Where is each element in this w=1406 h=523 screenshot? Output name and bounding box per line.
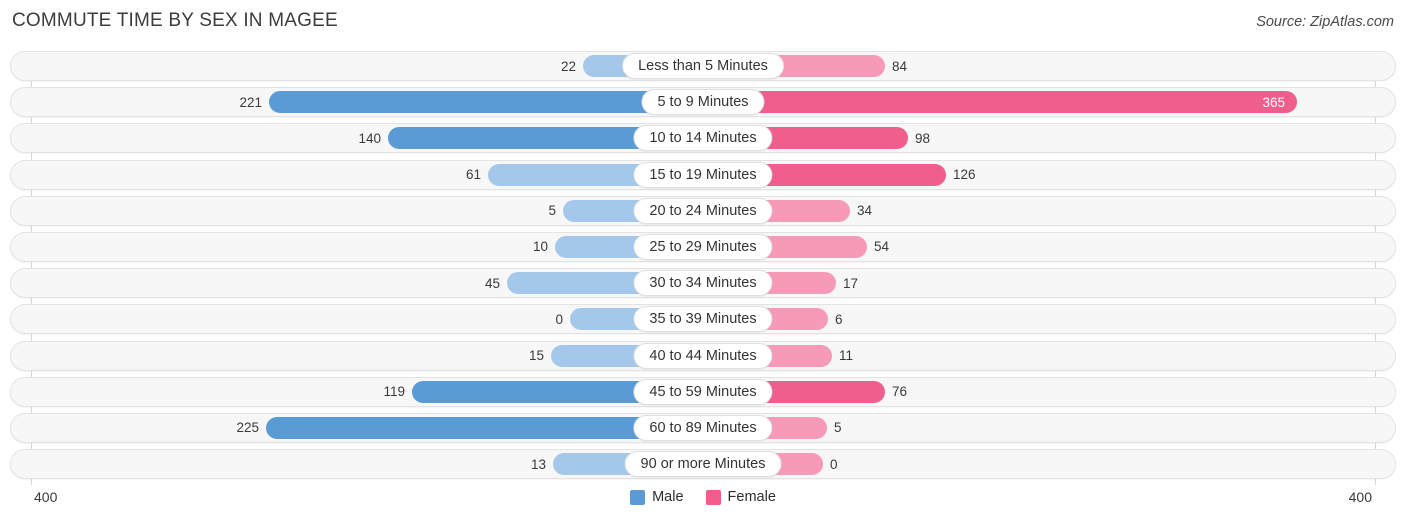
male-half: 0 — [10, 304, 703, 334]
female-value-label: 5 — [834, 420, 842, 436]
category-label: Less than 5 Minutes — [622, 53, 784, 79]
female-half: 98 — [703, 123, 1396, 153]
female-half: 126 — [703, 160, 1396, 190]
female-half: 5 — [703, 413, 1396, 443]
chart-row: 140 98 10 to 14 Minutes — [10, 123, 1396, 154]
female-value-label: 0 — [830, 456, 838, 472]
female-half: 365 — [703, 87, 1396, 117]
plot-area: 22 84 Less than 5 Minutes 221 365 5 to 9 Minu… — [10, 51, 1396, 485]
male-value-label: 0 — [555, 311, 563, 327]
male-value-label: 22 — [560, 58, 576, 74]
female-value-label: 76 — [892, 384, 908, 400]
female-value-label: 17 — [843, 275, 859, 291]
chart-row: 225 5 60 to 89 Minutes — [10, 412, 1396, 443]
female-value-label: 84 — [892, 58, 908, 74]
chart-row: 13 0 90 or more Minutes — [10, 449, 1396, 480]
chart-row: 0 6 35 to 39 Minutes — [10, 304, 1396, 335]
category-label: 35 to 39 Minutes — [633, 306, 773, 333]
chart-row: 119 76 45 to 59 Minutes — [10, 376, 1396, 407]
female-value-label: 6 — [835, 311, 843, 327]
legend-swatch-icon — [705, 489, 721, 505]
female-half: 6 — [703, 304, 1396, 334]
male-value-label: 10 — [532, 239, 548, 255]
category-label: 5 to 9 Minutes — [641, 89, 765, 116]
category-label: 40 to 44 Minutes — [633, 342, 773, 369]
category-label: 20 to 24 Minutes — [633, 197, 773, 224]
male-half: 5 — [10, 196, 703, 226]
chart-footer: 400 400 Male Female — [0, 487, 1406, 517]
chart-rows: 22 84 Less than 5 Minutes 221 365 5 to 9 Minu… — [10, 51, 1396, 485]
female-half: 54 — [703, 232, 1396, 262]
male-half: 119 — [10, 377, 703, 407]
male-value-label: 15 — [528, 348, 544, 363]
chart-page: COMMUTE TIME BY SEX IN MAGEE Source: Zip… — [0, 0, 1406, 523]
chart-legend: Male Female — [0, 489, 1406, 505]
male-half: 13 — [10, 449, 703, 479]
chart-row: 15 11 40 to 44 Minutes — [10, 340, 1396, 371]
male-half: 10 — [10, 232, 703, 262]
category-label: 90 or more Minutes — [624, 451, 782, 478]
female-half: 17 — [703, 268, 1396, 298]
chart-row: 10 54 25 to 29 Minutes — [10, 231, 1396, 262]
category-label: 45 to 59 Minutes — [633, 378, 773, 405]
female-half: 11 — [703, 341, 1396, 371]
male-value-label: 221 — [239, 94, 262, 110]
legend-item-male[interactable]: Male — [630, 489, 684, 505]
female-half: 76 — [703, 377, 1396, 407]
female-bar[interactable]: 365 — [703, 91, 1297, 114]
male-value-label: 13 — [530, 456, 546, 472]
legend-label: Female — [727, 489, 776, 505]
male-value-label: 225 — [236, 420, 259, 436]
page-title: COMMUTE TIME BY SEX IN MAGEE — [12, 10, 338, 31]
male-half: 22 — [10, 51, 703, 81]
source-attribution: Source: ZipAtlas.com — [1256, 14, 1394, 30]
category-label: 25 to 29 Minutes — [633, 233, 773, 260]
chart-row: 221 365 5 to 9 Minutes — [10, 87, 1396, 118]
chart-row: 22 84 Less than 5 Minutes — [10, 51, 1396, 81]
male-half: 221 — [10, 87, 703, 117]
female-half: 84 — [703, 51, 1396, 81]
female-value-label: 34 — [857, 203, 873, 219]
female-value-label: 54 — [874, 239, 890, 255]
chart-row: 61 126 15 to 19 Minutes — [10, 159, 1396, 190]
male-half: 45 — [10, 268, 703, 298]
male-half: 225 — [10, 413, 703, 443]
legend-item-female[interactable]: Female — [705, 489, 776, 505]
male-bar[interactable] — [269, 91, 703, 114]
male-value-label: 61 — [465, 167, 481, 183]
male-value-label: 45 — [484, 275, 500, 291]
female-half: 34 — [703, 196, 1396, 226]
category-label: 30 to 34 Minutes — [633, 270, 773, 297]
male-value-label: 140 — [358, 130, 381, 146]
male-half: 61 — [10, 160, 703, 190]
chart-row: 45 17 30 to 34 Minutes — [10, 268, 1396, 299]
legend-swatch-icon — [630, 489, 646, 505]
male-half: 140 — [10, 123, 703, 153]
chart-row: 5 34 20 to 24 Minutes — [10, 195, 1396, 226]
male-value-label: 5 — [548, 203, 556, 219]
male-value-label: 119 — [383, 384, 405, 400]
category-label: 60 to 89 Minutes — [633, 414, 773, 441]
legend-label: Male — [652, 489, 684, 505]
female-half: 0 — [703, 449, 1396, 479]
female-value-label: 126 — [953, 167, 976, 183]
female-value-label: 11 — [839, 348, 854, 363]
female-value-label: 365 — [1262, 94, 1285, 110]
category-label: 10 to 14 Minutes — [633, 125, 773, 152]
category-label: 15 to 19 Minutes — [633, 161, 773, 188]
female-value-label: 98 — [915, 130, 931, 146]
male-half: 15 — [10, 341, 703, 371]
